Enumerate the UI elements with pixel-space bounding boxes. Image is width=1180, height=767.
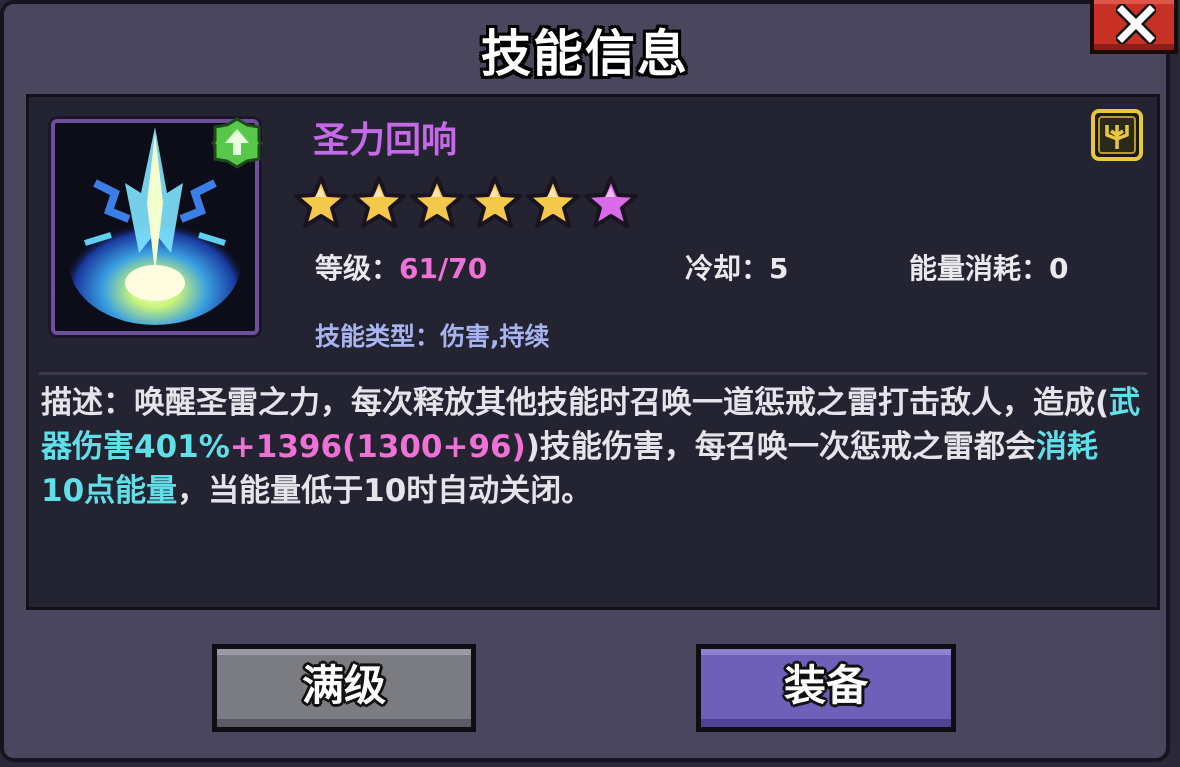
energy-label: 能量消耗： <box>909 252 1050 285</box>
divider <box>39 372 1147 375</box>
max-level-button[interactable]: 满级 <box>212 644 476 732</box>
desc-text-1: 描述：唤醒圣雷之力，每次释放其他技能时召唤一道惩戒之雷打击敌人，造成( <box>41 385 1110 421</box>
cooldown-value: 5 <box>769 252 789 285</box>
level-value: 61/70 <box>399 252 488 285</box>
star-gold-icon <box>410 176 464 228</box>
star-rating <box>293 175 639 231</box>
energy-value: 0 <box>1049 252 1069 285</box>
desc-text-2: )技能伤害，每召唤一次惩戒之雷都会 <box>525 429 1036 465</box>
level-label: 等级： <box>315 252 400 285</box>
desc-text-3: ，当能量低于10时自动关闭。 <box>177 473 593 509</box>
star-gold-icon <box>352 176 406 228</box>
energy-stat: 能量消耗：0 <box>909 247 1069 287</box>
skill-description: 描述：唤醒圣雷之力，每次释放其他技能时召唤一道惩戒之雷打击敌人，造成(武器伤害4… <box>41 381 1141 513</box>
equip-button[interactable]: 装备 <box>696 644 956 732</box>
cooldown-label: 冷却： <box>685 252 770 285</box>
green-upgrade-badge-icon <box>211 117 263 169</box>
dialog-title: 技能信息 <box>481 25 689 83</box>
skill-name: 圣力回响 <box>313 120 458 161</box>
level-stat: 等级：61/70 <box>315 247 487 287</box>
star-gold-icon <box>468 176 522 228</box>
star-gold-icon <box>526 176 580 228</box>
skill-type: 技能类型：伤害,持续 <box>315 322 550 351</box>
skill-info-dialog: 技能信息 圣力回响 等级：61/70 冷却：5 能量消耗：0 技能类型：伤害,持… <box>0 0 1178 762</box>
cooldown-stat: 冷却：5 <box>685 247 789 287</box>
star-purple-icon <box>584 176 638 228</box>
star-gold-icon <box>294 176 348 228</box>
gold-rune-icon[interactable] <box>1091 109 1143 161</box>
desc-flat-damage: +1396(1300+96) <box>229 429 526 465</box>
close-x-icon <box>1116 4 1156 44</box>
close-button[interactable] <box>1090 0 1178 54</box>
skill-panel: 圣力回响 等级：61/70 冷却：5 能量消耗：0 技能类型：伤害,持续 描述：… <box>26 94 1160 610</box>
